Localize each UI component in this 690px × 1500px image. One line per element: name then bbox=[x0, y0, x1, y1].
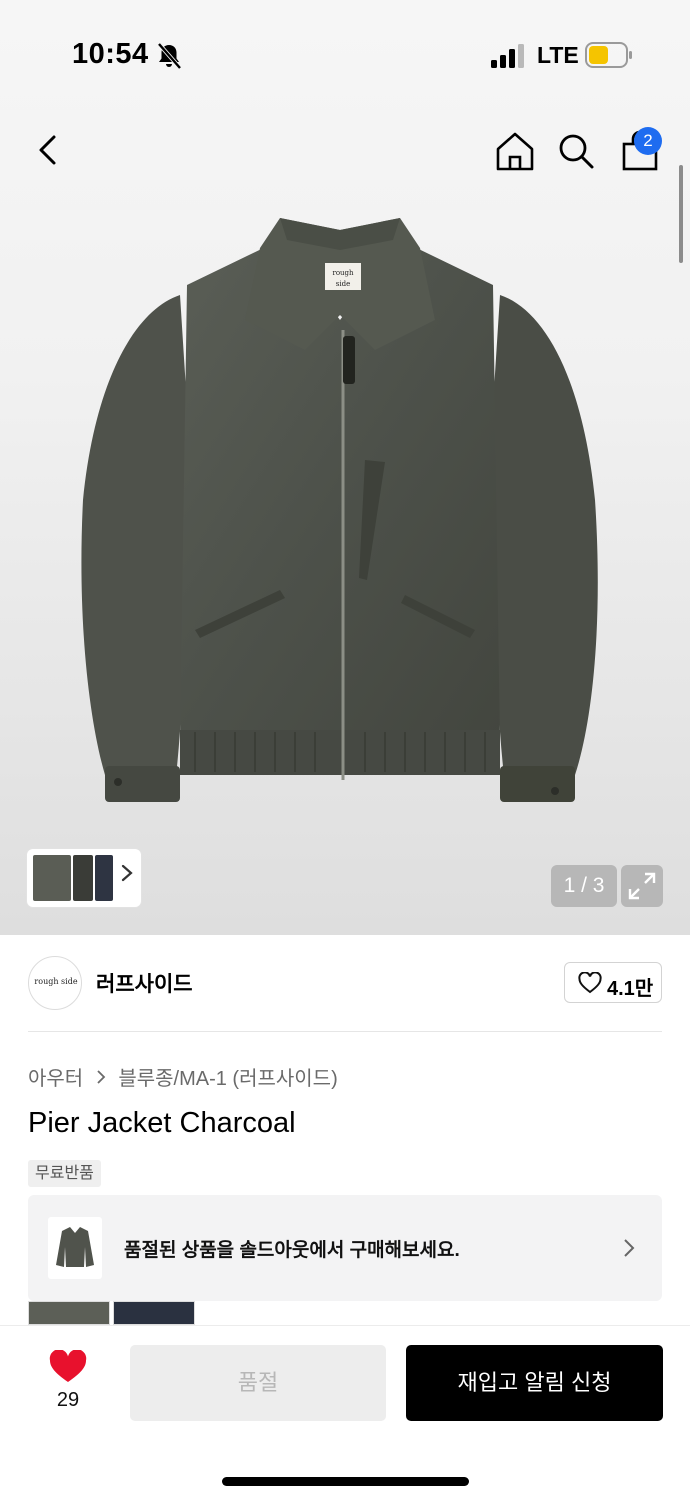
brand-logo[interactable]: rough side bbox=[28, 956, 82, 1010]
thumbnail-3[interactable] bbox=[95, 855, 113, 901]
chevron-right-icon bbox=[97, 1069, 106, 1084]
divider bbox=[28, 1031, 662, 1032]
gallery-thumbnails[interactable] bbox=[27, 849, 141, 907]
product-title: Pier Jacket Charcoal bbox=[28, 1107, 296, 1139]
breadcrumb-category[interactable]: 아우터 bbox=[28, 1062, 83, 1091]
svg-text:rough: rough bbox=[332, 269, 354, 277]
battery-icon bbox=[585, 42, 632, 68]
status-bar: 10:54 LTE bbox=[0, 0, 690, 110]
wish-count: 29 bbox=[56, 1389, 80, 1411]
heart-filled-icon[interactable] bbox=[48, 1350, 88, 1384]
back-icon[interactable] bbox=[30, 128, 66, 172]
expand-icon bbox=[628, 872, 656, 900]
home-indicator bbox=[222, 1477, 469, 1486]
breadcrumb-subcategory[interactable]: 블루종/MA-1 (러프사이드) bbox=[118, 1062, 337, 1091]
silent-bell-icon bbox=[157, 42, 182, 70]
image-counter: 1 / 3 bbox=[551, 865, 617, 907]
promo-thumbnail bbox=[48, 1217, 102, 1279]
promo-text: 품절된 상품을 솔드아웃에서 구매해보세요. bbox=[124, 1240, 460, 1261]
color-swatch-navy[interactable] bbox=[113, 1301, 195, 1325]
brand-name[interactable]: 러프사이드 bbox=[96, 968, 193, 998]
breadcrumb: 아우터 블루종/MA-1 (러프사이드) bbox=[28, 1062, 338, 1091]
brand-logo-text: rough side bbox=[34, 977, 78, 986]
brand-like-button[interactable]: 4.1만 bbox=[564, 962, 662, 1003]
expand-button[interactable] bbox=[621, 865, 663, 907]
jacket-thumbnail-image bbox=[56, 1227, 94, 1267]
scroll-indicator bbox=[679, 165, 683, 263]
soldout-button: 품절 bbox=[130, 1345, 386, 1421]
thumbnail-2[interactable] bbox=[73, 855, 93, 901]
chevron-right-icon bbox=[624, 1239, 635, 1257]
restock-alert-button[interactable]: 재입고 알림 신청 bbox=[406, 1345, 663, 1421]
cellular-signal-icon bbox=[491, 44, 524, 68]
cart-count-badge: 2 bbox=[634, 127, 662, 155]
svg-text:side: side bbox=[336, 280, 350, 288]
search-icon[interactable] bbox=[557, 132, 595, 170]
free-return-tag: 무료반품 bbox=[28, 1160, 101, 1187]
thumbnail-1[interactable] bbox=[33, 855, 71, 901]
heart-outline-icon bbox=[578, 972, 602, 994]
status-time: 10:54 bbox=[72, 38, 149, 70]
color-swatch-charcoal[interactable] bbox=[28, 1301, 110, 1325]
chevron-right-icon[interactable] bbox=[119, 862, 135, 884]
home-icon[interactable] bbox=[495, 130, 535, 172]
product-jacket-image: rough side bbox=[81, 218, 598, 802]
network-type: LTE bbox=[537, 42, 579, 68]
brand-like-count: 4.1만 bbox=[607, 978, 654, 1000]
soldout-promo-banner[interactable]: 품절된 상품을 솔드아웃에서 구매해보세요. bbox=[28, 1195, 662, 1301]
